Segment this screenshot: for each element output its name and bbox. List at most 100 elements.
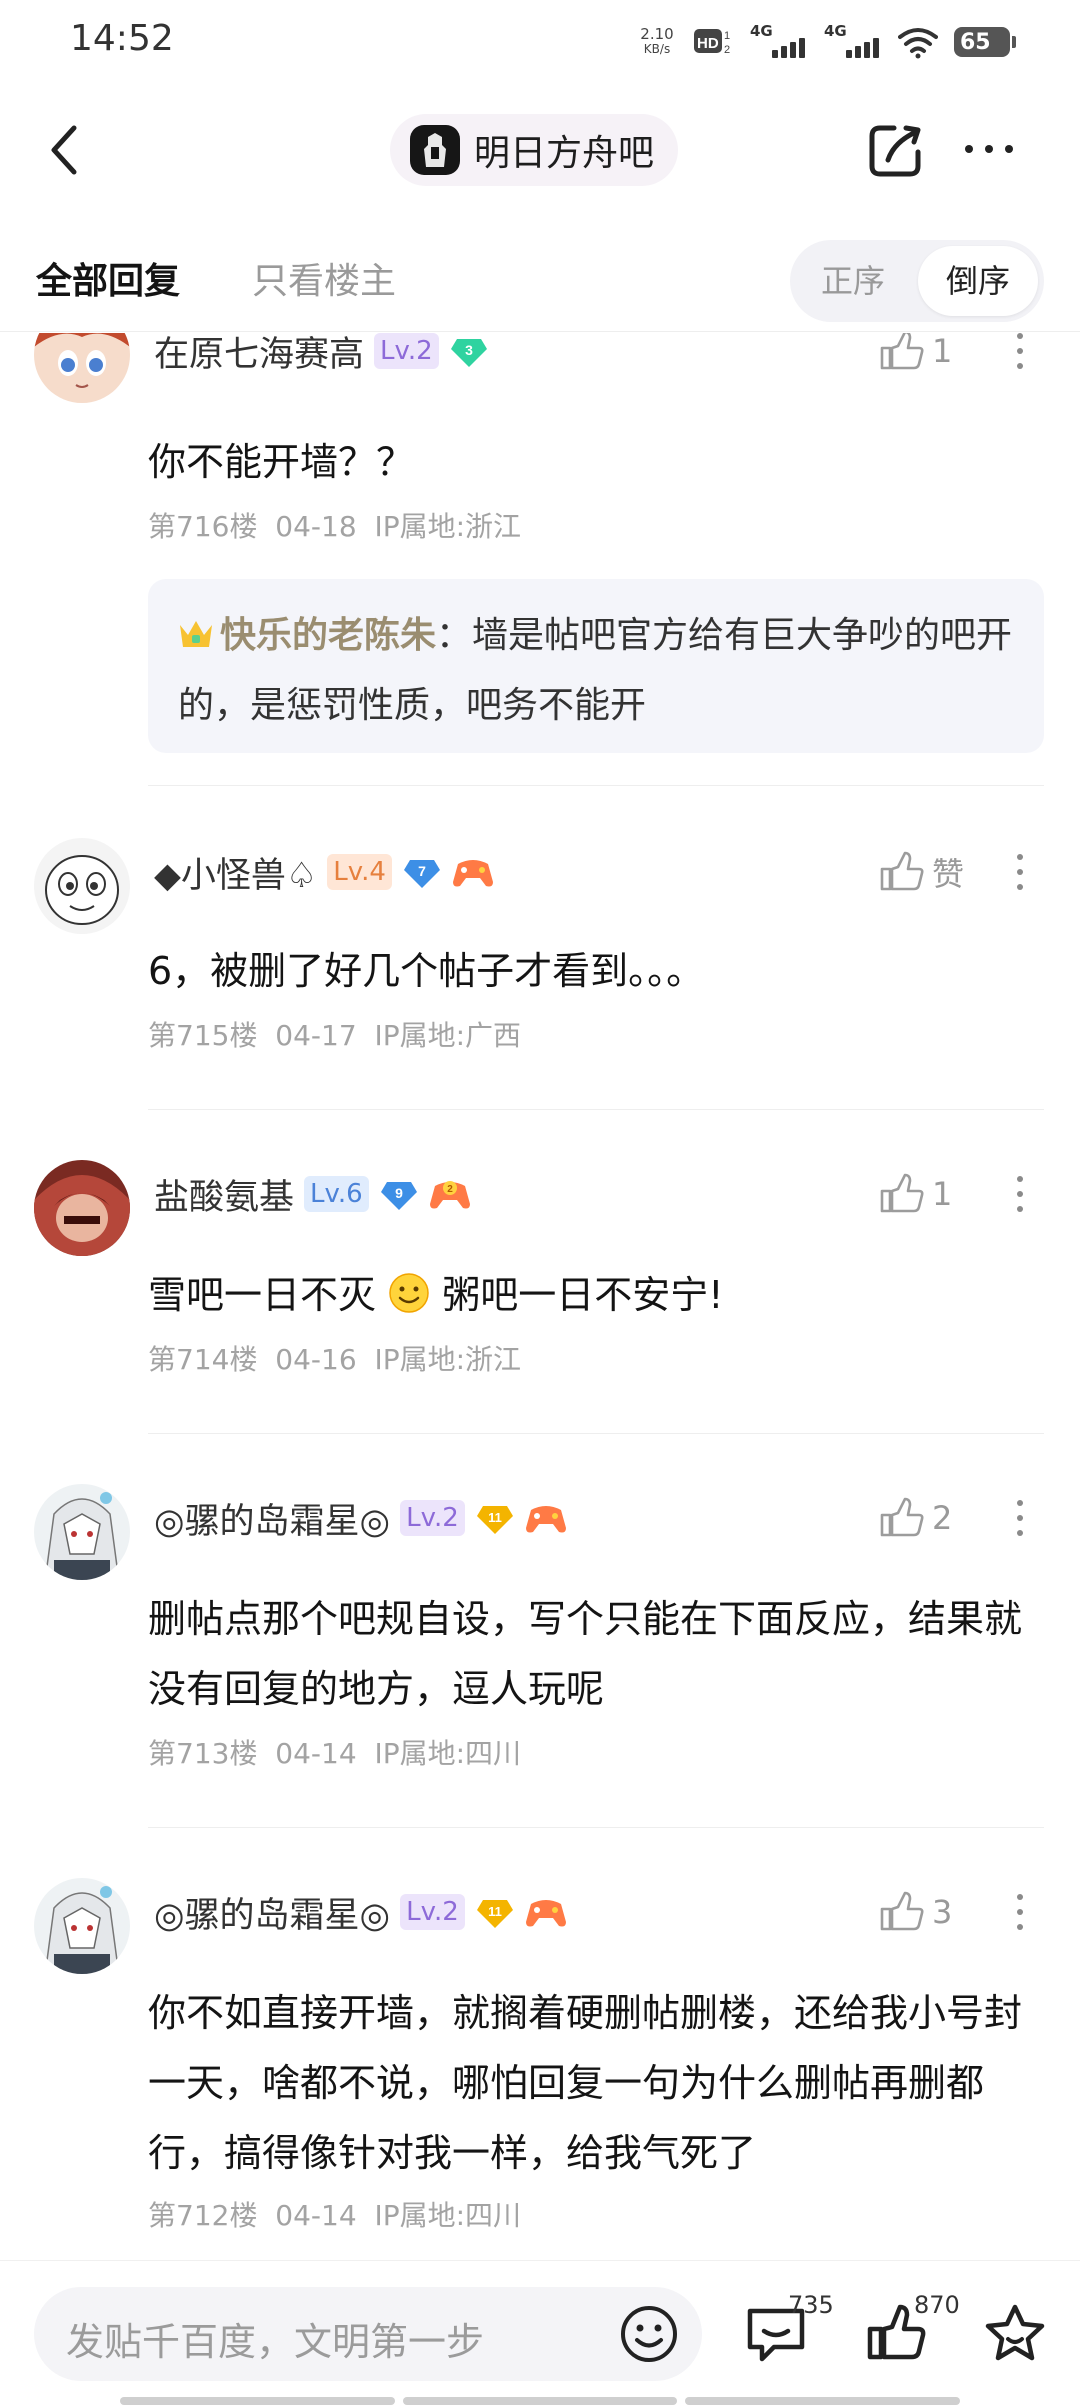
network-speed: 2.10 KB/s xyxy=(640,25,674,57)
gem-badge-icon: 11 xyxy=(476,1900,513,1928)
gem-badge-icon: 7 xyxy=(403,860,440,888)
user-row: ◆小怪兽♤ Lv.4 7 xyxy=(154,844,494,900)
thumbs-up-icon xyxy=(880,333,924,370)
divider xyxy=(148,1433,1044,1434)
like-button[interactable]: 赞 xyxy=(878,844,964,900)
avatar[interactable] xyxy=(34,838,130,934)
svg-text:2: 2 xyxy=(724,44,730,56)
reply-content: 6，被删了好几个帖子才看到。。。 xyxy=(148,949,705,993)
svg-text:2: 2 xyxy=(447,1184,453,1195)
more-options-icon[interactable] xyxy=(958,138,1020,160)
like-count: 1 xyxy=(932,333,953,370)
avatar[interactable] xyxy=(34,1160,130,1256)
divider xyxy=(148,785,1044,786)
signal-sim2-icon: 4G xyxy=(824,22,882,60)
user-row: 在原七海赛高 Lv.2 3 xyxy=(154,333,489,379)
reply-meta: 第715楼 04-17 IP属地:广西 xyxy=(148,1019,522,1052)
crown-icon xyxy=(180,621,212,647)
username[interactable]: 在原七海赛高 xyxy=(154,333,364,377)
smile-emoji-icon xyxy=(389,1273,429,1313)
forum-name-pill[interactable]: 明日方舟吧 xyxy=(390,114,679,186)
like-count: 3 xyxy=(932,1893,953,1931)
svg-text:9: 9 xyxy=(395,1185,403,1201)
username[interactable]: 盐酸氨基 xyxy=(154,1169,294,1220)
reply-more-icon[interactable] xyxy=(1010,844,1030,900)
reply-more-icon[interactable] xyxy=(1010,333,1030,379)
gem-badge-icon: 11 xyxy=(476,1506,513,1534)
level-badge: Lv.2 xyxy=(374,333,439,369)
like-count: 赞 xyxy=(932,855,965,893)
order-descending-button[interactable]: 倒序 xyxy=(918,246,1038,316)
reply-content: 你不能开墙？？ xyxy=(148,440,415,484)
svg-text:11: 11 xyxy=(488,1904,502,1919)
favorite-star-icon[interactable] xyxy=(984,2303,1046,2363)
reply-more-icon[interactable] xyxy=(1010,1166,1030,1222)
home-indicator xyxy=(120,2397,961,2405)
like-count: 2 xyxy=(932,1499,953,1537)
avatar[interactable] xyxy=(34,1484,130,1580)
avatar[interactable] xyxy=(34,1878,130,1974)
like-total-count: 870 xyxy=(914,2291,960,2319)
reply-more-icon[interactable] xyxy=(1010,1884,1030,1940)
wifi-icon xyxy=(898,28,938,59)
username[interactable]: ◆小怪兽♤ xyxy=(154,847,317,898)
gamepad-badge-icon: 2 xyxy=(429,1181,470,1209)
reply-content: 删帖点那个吧规自设，写个只能在下面反应，结果就没有回复的地方，逗人玩呢 xyxy=(148,1597,1023,1711)
forum-name: 明日方舟吧 xyxy=(474,133,655,174)
level-badge: Lv.2 xyxy=(400,1894,465,1930)
bottom-action-bar: 发贴千百度，文明第一步 735 870 xyxy=(0,2260,1080,2408)
sub-reply[interactable]: 快乐的老陈朱：墙是帖吧官方给有巨大争吵的吧开的，是惩罚性质，吧务不能开 xyxy=(148,579,1044,753)
share-icon[interactable] xyxy=(864,120,926,182)
comment-count: 735 xyxy=(788,2291,834,2319)
username[interactable]: ◎骡的岛霜星◎ xyxy=(154,1887,390,1938)
svg-text:1: 1 xyxy=(724,30,730,42)
forum-logo-icon xyxy=(410,125,460,175)
reply-meta: 第714楼 04-16 IP属地:浙江 xyxy=(148,1343,522,1376)
level-badge: Lv.4 xyxy=(327,854,392,890)
reply-list[interactable]: 在原七海赛高 Lv.2 3 1 你不能开墙？？ 第716楼 04-18 IP属地… xyxy=(0,333,1080,2259)
tab-host-only[interactable]: 只看楼主 xyxy=(252,252,396,304)
reply-input-placeholder: 发贴千百度，文明第一步 xyxy=(66,2320,485,2364)
username[interactable]: ◎骡的岛霜星◎ xyxy=(154,1493,390,1544)
user-row: 盐酸氨基 Lv.6 9 2 xyxy=(154,1166,471,1222)
like-button[interactable]: 2 xyxy=(878,1490,952,1546)
hd-voice-icon: HD 1 2 xyxy=(694,27,734,57)
thumbs-up-icon xyxy=(880,1891,924,1931)
reply-content: 你不如直接开墙，就搁着硬删帖删楼，还给我小号封一天，啥都不说，哪怕回复一句为什么… xyxy=(148,1991,1023,2175)
back-icon[interactable] xyxy=(40,122,92,178)
gem-badge-icon: 9 xyxy=(380,1182,417,1210)
gamepad-badge-icon xyxy=(525,1506,566,1533)
divider xyxy=(148,1109,1044,1110)
gem-badge-icon: 3 xyxy=(450,339,487,367)
user-row: ◎骡的岛霜星◎ Lv.2 11 xyxy=(154,1884,567,1940)
avatar[interactable] xyxy=(34,333,130,403)
reply-tab-bar: 全部回复 只看楼主 正序 倒序 xyxy=(0,230,1080,332)
level-badge: Lv.6 xyxy=(304,1176,369,1212)
order-ascending-button[interactable]: 正序 xyxy=(796,246,910,316)
like-button[interactable]: 3 xyxy=(878,1884,952,1940)
thumbs-up-icon xyxy=(880,1173,924,1213)
reply-content: 雪吧一日不灭 粥吧一日不安宁! xyxy=(148,1273,724,1317)
svg-text:3: 3 xyxy=(465,342,473,358)
thumbs-up-icon xyxy=(880,1497,924,1537)
thumbs-up-icon xyxy=(880,851,924,891)
status-time: 14:52 xyxy=(70,18,174,59)
user-row: ◎骡的岛霜星◎ Lv.2 11 xyxy=(154,1490,567,1546)
status-bar: 14:52 2.10 KB/s HD 1 2 4G 4G 65 xyxy=(0,0,1080,84)
svg-text:7: 7 xyxy=(418,863,426,879)
tab-all-replies[interactable]: 全部回复 xyxy=(36,252,180,304)
nav-bar: 明日方舟吧 xyxy=(0,100,1080,200)
battery-icon: 65 xyxy=(954,27,1016,57)
reply-meta: 第712楼 04-14 IP属地:四川 xyxy=(148,2199,522,2232)
like-button[interactable]: 1 xyxy=(878,1166,952,1222)
like-button[interactable]: 1 xyxy=(878,333,952,379)
reply-more-icon[interactable] xyxy=(1010,1490,1030,1546)
gamepad-badge-icon xyxy=(452,860,493,887)
emoji-icon[interactable] xyxy=(618,2303,680,2365)
sub-reply-author[interactable]: 快乐的老陈朱 xyxy=(220,615,436,656)
reply-input[interactable]: 发贴千百度，文明第一步 xyxy=(34,2287,702,2381)
reply-meta: 第716楼 04-18 IP属地:浙江 xyxy=(148,510,522,543)
like-count: 1 xyxy=(932,1175,953,1213)
level-badge: Lv.2 xyxy=(400,1500,465,1536)
divider xyxy=(148,1827,1044,1828)
